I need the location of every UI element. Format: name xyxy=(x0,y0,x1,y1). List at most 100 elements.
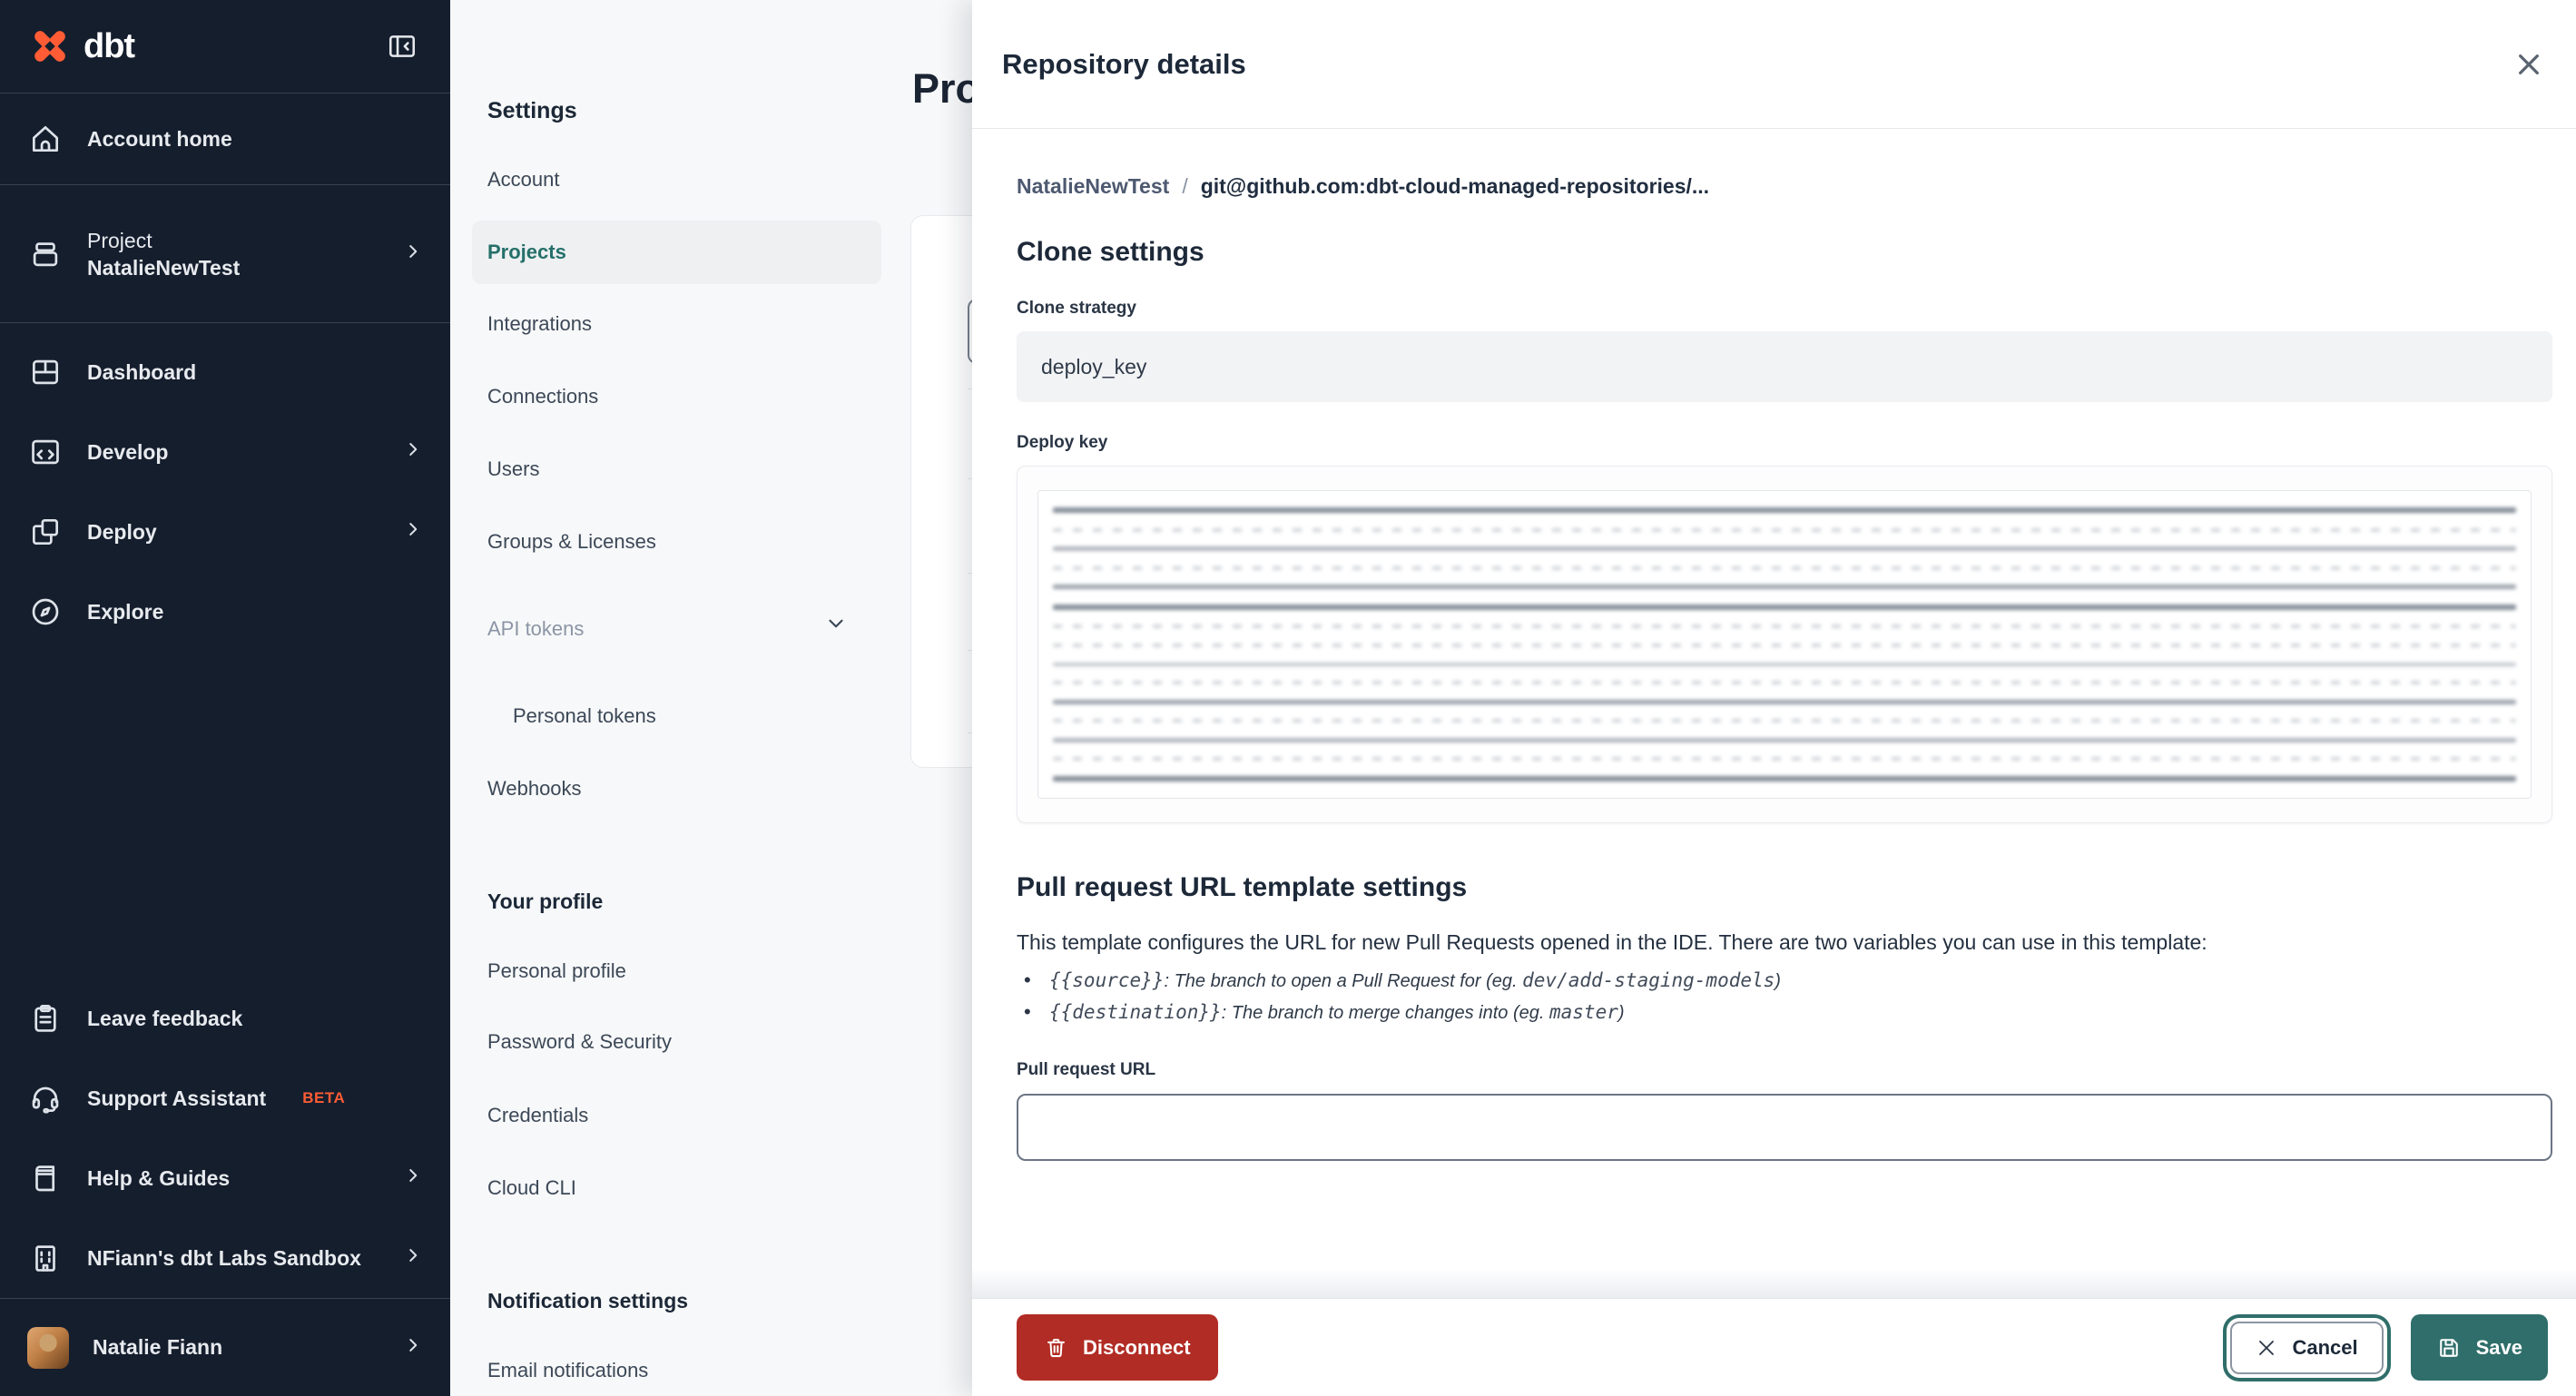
project-label: Project xyxy=(87,228,152,252)
chevron-right-icon xyxy=(403,1245,423,1271)
sidebar-header: dbt xyxy=(0,0,450,93)
settings-item-integrations[interactable]: Integrations xyxy=(487,304,592,344)
settings-item-connections[interactable]: Connections xyxy=(487,377,598,417)
save-button[interactable]: Save xyxy=(2410,1314,2548,1381)
settings-item-cloud-cli[interactable]: Cloud CLI xyxy=(487,1168,576,1208)
sidebar-nav-group: Dashboard Develop Deploy Explore xyxy=(0,323,450,652)
deploy-icon xyxy=(27,514,64,550)
settings-item-users[interactable]: Users xyxy=(487,449,539,489)
deploy-key-label: Deploy key xyxy=(1017,433,1108,452)
develop-icon xyxy=(27,434,64,470)
sidebar-item-develop[interactable]: Develop xyxy=(0,412,450,492)
settings-item-webhooks[interactable]: Webhooks xyxy=(487,769,582,809)
sidebar-item-label: NFiann's dbt Labs Sandbox xyxy=(87,1245,361,1270)
variable-example: dev/add-staging-models xyxy=(1522,969,1775,991)
drawer-title: Repository details xyxy=(1002,47,1246,80)
home-icon xyxy=(27,121,64,157)
breadcrumb-project[interactable]: NatalieNewTest xyxy=(1017,174,1169,199)
chevron-right-icon xyxy=(403,1165,423,1191)
save-icon xyxy=(2439,1338,2458,1357)
api-tokens-label: API tokens xyxy=(487,617,585,640)
settings-title: Settings xyxy=(487,98,577,123)
settings-item-personal-tokens[interactable]: Personal tokens xyxy=(513,696,656,736)
beta-badge: BETA xyxy=(302,1089,346,1106)
sidebar-item-help-guides[interactable]: Help & Guides xyxy=(0,1138,450,1218)
settings-item-personal-profile[interactable]: Personal profile xyxy=(487,951,626,991)
sidebar-item-label: Help & Guides xyxy=(87,1165,231,1190)
clone-strategy-label: Clone strategy xyxy=(1017,299,1136,318)
sidebar-item-label: Dashboard xyxy=(87,359,197,384)
settings-item-api-tokens[interactable]: API tokens xyxy=(487,609,848,649)
sidebar-item-org-sandbox[interactable]: NFiann's dbt Labs Sandbox xyxy=(0,1218,450,1298)
project-icon xyxy=(27,236,64,272)
sidebar-item-leave-feedback[interactable]: Leave feedback xyxy=(0,978,450,1058)
paren: ) xyxy=(1617,1003,1625,1023)
sidebar-item-dashboard[interactable]: Dashboard xyxy=(0,332,450,412)
pr-template-heading: Pull request URL template settings xyxy=(1017,872,1468,902)
clipboard-icon xyxy=(27,1000,64,1037)
chevron-down-icon xyxy=(824,609,848,649)
redacted-key-line xyxy=(1053,624,2516,629)
redacted-key-line xyxy=(1053,585,2516,590)
close-drawer-button[interactable] xyxy=(2509,44,2549,84)
sidebar-item-label: Develop xyxy=(87,439,169,464)
book-icon xyxy=(27,1160,64,1196)
sidebar-item-label: Explore xyxy=(87,599,164,624)
redacted-key-line xyxy=(1053,737,2516,742)
sidebar-user-menu[interactable]: Natalie Fiann xyxy=(0,1299,450,1396)
deploy-key-redacted-content xyxy=(1037,490,2532,799)
list-item: {{destination}}: The branch to merge cha… xyxy=(1017,998,2552,1029)
settings-item-groups-licenses[interactable]: Groups & Licenses xyxy=(487,522,656,562)
disconnect-button[interactable]: Disconnect xyxy=(1017,1314,1218,1381)
variable-code: {{source}} xyxy=(1049,969,1165,991)
sidebar-item-deploy[interactable]: Deploy xyxy=(0,492,450,572)
dbt-logo: dbt xyxy=(27,24,135,69)
close-icon xyxy=(2259,1340,2275,1355)
close-icon xyxy=(2519,54,2539,74)
dashboard-icon xyxy=(27,354,64,390)
redacted-key-line xyxy=(1053,643,2516,647)
redacted-key-line xyxy=(1053,757,2516,762)
collapse-sidebar-button[interactable] xyxy=(381,27,423,65)
colon: : xyxy=(1164,971,1175,991)
redacted-key-line xyxy=(1053,565,2516,570)
colon: : xyxy=(1221,1003,1232,1023)
breadcrumb-repo-url: git@github.com:dbt-cloud-managed-reposit… xyxy=(1200,174,1710,198)
settings-item-password-security[interactable]: Password & Security xyxy=(487,1022,672,1062)
settings-item-credentials[interactable]: Credentials xyxy=(487,1096,588,1135)
dbt-logo-icon xyxy=(34,31,65,62)
clone-strategy-field: deploy_key xyxy=(1017,331,2552,402)
chevron-right-icon xyxy=(403,519,423,545)
explore-compass-icon xyxy=(27,594,64,630)
chevron-right-icon xyxy=(403,241,423,267)
user-name: Natalie Fiann xyxy=(93,1335,223,1359)
save-label: Save xyxy=(2475,1335,2522,1359)
variable-description: The branch to merge changes into (eg. xyxy=(1231,1003,1549,1023)
chevron-right-icon xyxy=(403,1335,423,1361)
settings-item-projects[interactable]: Projects xyxy=(487,232,566,272)
redacted-key-line xyxy=(1053,662,2516,666)
app-sidebar: dbt Account home Project NatalieNewTest … xyxy=(0,0,450,1396)
drawer-header: Repository details xyxy=(972,0,2576,129)
sidebar-item-support-assistant[interactable]: Support Assistant BETA xyxy=(0,1058,450,1138)
headset-icon xyxy=(27,1080,64,1116)
cancel-button[interactable]: Cancel xyxy=(2230,1321,2384,1374)
redacted-key-line xyxy=(1053,507,2516,513)
pr-url-input[interactable] xyxy=(1017,1094,2552,1161)
sidebar-item-label: Account home xyxy=(87,126,232,151)
drawer-footer: Disconnect Cancel Save xyxy=(972,1268,2576,1396)
redacted-key-line xyxy=(1053,604,2516,610)
list-item: {{source}}: The branch to open a Pull Re… xyxy=(1017,966,2552,998)
sidebar-item-project[interactable]: Project NatalieNewTest xyxy=(0,185,450,322)
breadcrumb: NatalieNewTest / git@github.com:dbt-clou… xyxy=(1017,174,2552,199)
settings-item-email-notifications[interactable]: Email notifications xyxy=(487,1351,648,1391)
sidebar-item-account-home[interactable]: Account home xyxy=(0,93,450,184)
notification-settings-heading: Notification settings xyxy=(487,1289,689,1312)
redacted-key-line xyxy=(1053,699,2516,704)
disconnect-label: Disconnect xyxy=(1083,1335,1191,1359)
redacted-key-line xyxy=(1053,775,2516,782)
sidebar-item-explore[interactable]: Explore xyxy=(0,572,450,652)
deploy-key-panel[interactable] xyxy=(1017,466,2552,823)
chevron-right-icon xyxy=(403,439,423,465)
settings-item-account[interactable]: Account xyxy=(487,160,560,200)
